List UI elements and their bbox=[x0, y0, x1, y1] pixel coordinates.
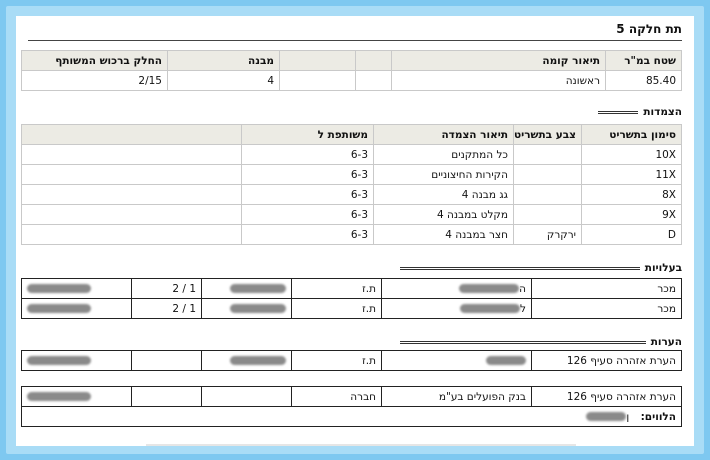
borrowers-label: הלווים: bbox=[640, 410, 676, 423]
attachment-row: D ירקרק חצר במבנה 4 6-3 bbox=[21, 224, 682, 245]
floor-value: ראשונה bbox=[391, 70, 606, 91]
owner-row: מכר ל ת.ז 1 / 2 bbox=[21, 298, 682, 319]
col-plan-mark: סימון בתשריט bbox=[581, 124, 682, 145]
redacted-id bbox=[230, 304, 286, 313]
page-frame: תת חלקה 5 שטח במ"ר תיאור קומה מבנה החלק … bbox=[6, 6, 704, 454]
attachments-heading: הצמדות bbox=[598, 106, 682, 118]
borrower-value: ן bbox=[626, 410, 630, 423]
redacted-value bbox=[27, 304, 91, 313]
col-area: שטח במ"ר bbox=[605, 50, 682, 71]
redacted-id bbox=[230, 284, 286, 293]
empty-cell bbox=[279, 70, 356, 91]
col-empty bbox=[21, 124, 242, 145]
redacted-id bbox=[230, 356, 286, 365]
col-common-share: החלק ברכוש המשותף bbox=[21, 50, 168, 71]
redacted-value bbox=[27, 392, 91, 401]
owner-name: ל bbox=[520, 302, 526, 315]
attachment-row: 11X הקירות החיצוניים 6-3 bbox=[21, 164, 682, 185]
footer-divider bbox=[146, 444, 576, 446]
col-empty-2 bbox=[279, 50, 356, 71]
redacted-name bbox=[486, 356, 526, 365]
notes-heading: הערות bbox=[399, 336, 682, 348]
empty-cell bbox=[355, 70, 392, 91]
col-shared-with: משותפת ל bbox=[241, 124, 374, 145]
note-row: הערת אזהרה סעיף 126 ת.ז bbox=[21, 350, 682, 371]
area-value: 85.40 bbox=[605, 70, 682, 91]
redacted-name bbox=[459, 284, 520, 293]
document-page: תת חלקה 5 שטח במ"ר תיאור קומה מבנה החלק … bbox=[16, 16, 694, 446]
borrowers-row: הלווים: ן bbox=[21, 406, 682, 427]
redacted-borrower bbox=[586, 412, 627, 421]
owners-table: מכר ה ת.ז 1 / 2 מכר ל ת.ז 1 / 2 bbox=[21, 278, 682, 319]
attachment-row: 9X מקלט במבנה 4 6-3 bbox=[21, 204, 682, 225]
subpart-title: תת חלקה 5 bbox=[616, 22, 682, 36]
notes-table-2: הערת אזהרה סעיף 126 בנק הפועלים בע"מ חבר… bbox=[21, 386, 682, 427]
attachments-header-row: סימון בתשריט צבע בתשריט תיאור הצמדה משות… bbox=[21, 124, 682, 145]
redacted-value bbox=[27, 284, 91, 293]
owners-heading: בעלויות bbox=[399, 262, 682, 274]
share-value: 2/15 bbox=[21, 70, 168, 91]
col-building: מבנה bbox=[167, 50, 280, 71]
redacted-name bbox=[460, 304, 521, 313]
unit-row: 85.40 ראשונה 4 2/15 bbox=[21, 70, 682, 91]
attachment-row: 10X כל המתקנים 6-3 bbox=[21, 144, 682, 165]
unit-header-row: שטח במ"ר תיאור קומה מבנה החלק ברכוש המשו… bbox=[21, 50, 682, 71]
note-row: הערת אזהרה סעיף 126 בנק הפועלים בע"מ חבר… bbox=[21, 386, 682, 407]
unit-table: שטח במ"ר תיאור קומה מבנה החלק ברכוש המשו… bbox=[21, 50, 682, 91]
building-value: 4 bbox=[167, 70, 280, 91]
title-divider bbox=[28, 40, 682, 41]
owner-name: ה bbox=[519, 282, 526, 295]
col-floor-description: תיאור קומה bbox=[391, 50, 606, 71]
col-plan-color: צבע בתשריט bbox=[513, 124, 582, 145]
redacted-value bbox=[27, 356, 91, 365]
attachment-row: 8X גג מבנה 4 6-3 bbox=[21, 184, 682, 205]
notes-table-1: הערת אזהרה סעיף 126 ת.ז bbox=[21, 350, 682, 371]
owner-row: מכר ה ת.ז 1 / 2 bbox=[21, 278, 682, 299]
col-attachment-description: תיאור הצמדה bbox=[373, 124, 514, 145]
attachments-table: סימון בתשריט צבע בתשריט תיאור הצמדה משות… bbox=[21, 124, 682, 245]
col-empty-1 bbox=[355, 50, 392, 71]
